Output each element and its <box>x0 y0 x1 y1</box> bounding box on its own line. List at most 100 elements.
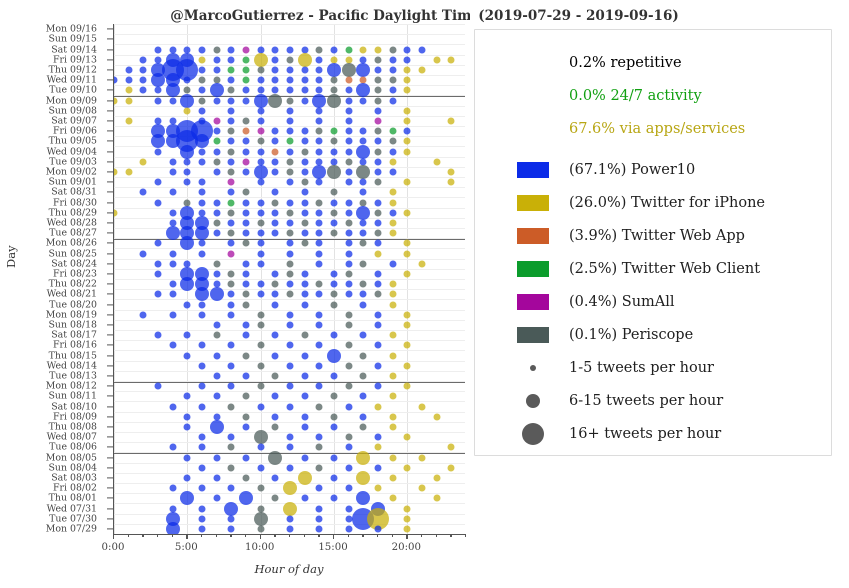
data-point <box>403 127 411 135</box>
data-point <box>242 260 250 268</box>
data-point <box>227 280 235 288</box>
data-point <box>359 423 367 431</box>
data-point <box>301 86 309 94</box>
data-point <box>301 168 309 176</box>
data-point <box>403 148 411 155</box>
legend-swatch-cell <box>497 260 569 277</box>
data-point <box>183 331 191 339</box>
legend-size-dot <box>526 393 540 408</box>
data-point <box>257 199 265 206</box>
data-point <box>345 290 353 298</box>
data-point <box>374 56 382 64</box>
data-point <box>389 76 397 84</box>
data-point <box>374 433 382 441</box>
data-point <box>253 511 268 526</box>
data-point <box>433 474 441 482</box>
data-point <box>195 287 209 302</box>
data-point <box>257 107 265 115</box>
legend-source-row[interactable]: (2.5%) Twitter Web Client <box>497 252 821 285</box>
data-point <box>359 188 367 196</box>
data-point <box>301 454 309 461</box>
data-point <box>345 260 353 268</box>
data-point <box>330 474 338 482</box>
data-point <box>227 382 235 390</box>
data-point <box>359 352 367 359</box>
data-point <box>301 158 309 166</box>
data-point <box>257 464 265 472</box>
data-point <box>227 443 235 451</box>
legend-source-row[interactable]: (0.4%) SumAll <box>497 285 821 318</box>
x-tick-mark <box>215 534 217 537</box>
data-point <box>271 158 279 166</box>
data-point <box>301 178 309 186</box>
legend-size-cell <box>497 393 569 408</box>
x-tick-mark <box>406 534 408 539</box>
data-point <box>286 341 294 349</box>
data-point <box>154 382 162 390</box>
data-point <box>183 413 191 421</box>
x-tick-mark <box>171 534 173 537</box>
data-point <box>356 144 371 159</box>
legend-source-row[interactable]: (0.1%) Periscope <box>497 318 821 351</box>
data-point <box>227 188 235 196</box>
data-point <box>227 127 235 135</box>
data-point <box>227 148 235 155</box>
data-point <box>345 117 353 125</box>
data-point <box>213 117 221 125</box>
data-point <box>242 168 250 176</box>
data-point <box>242 66 250 74</box>
data-point <box>257 76 265 84</box>
data-point <box>345 86 353 94</box>
data-point <box>286 229 294 237</box>
legend-content: 0.2% repetitive 0.0% 24/7 activity 67.6% v… <box>497 46 821 447</box>
data-point <box>242 454 250 461</box>
data-point <box>403 117 411 125</box>
data-point <box>114 168 118 176</box>
data-point <box>403 321 411 329</box>
row-gridline <box>114 411 465 413</box>
data-point <box>315 148 323 155</box>
data-point <box>198 403 206 410</box>
data-point <box>447 56 455 64</box>
data-point <box>286 148 294 155</box>
data-point <box>213 392 221 400</box>
data-point <box>345 199 353 206</box>
data-point <box>341 62 356 77</box>
data-point <box>345 239 353 247</box>
x-tick-mark <box>318 534 320 537</box>
data-point <box>315 505 323 512</box>
data-point <box>227 250 235 257</box>
data-point <box>374 158 382 166</box>
data-point <box>286 280 294 288</box>
legend-source-row[interactable]: (67.1%) Power10 <box>497 153 821 186</box>
data-point <box>345 341 353 349</box>
data-point <box>315 280 323 288</box>
data-point <box>227 137 235 145</box>
data-point <box>389 158 397 166</box>
data-point <box>213 127 221 135</box>
row-gridline <box>114 34 465 36</box>
data-point <box>447 464 455 472</box>
data-point <box>198 433 206 441</box>
data-point <box>374 239 382 247</box>
data-point <box>257 127 265 135</box>
data-point <box>227 56 235 64</box>
data-point <box>374 311 382 319</box>
legend-source-row[interactable]: (3.9%) Twitter Web App <box>497 219 821 252</box>
data-point <box>447 117 455 125</box>
data-point <box>257 321 265 329</box>
data-point <box>330 301 338 308</box>
data-point <box>198 199 206 206</box>
data-point <box>389 56 397 64</box>
data-point <box>271 301 279 308</box>
data-point <box>403 270 411 278</box>
data-point <box>227 117 235 125</box>
data-point <box>271 127 279 135</box>
data-point <box>286 250 294 257</box>
data-point <box>389 474 397 482</box>
legend-source-row[interactable]: (26.0%) Twitter for iPhone <box>497 186 821 219</box>
data-point <box>271 148 279 155</box>
data-point <box>253 93 268 108</box>
data-point <box>345 525 353 533</box>
data-point <box>433 413 441 421</box>
